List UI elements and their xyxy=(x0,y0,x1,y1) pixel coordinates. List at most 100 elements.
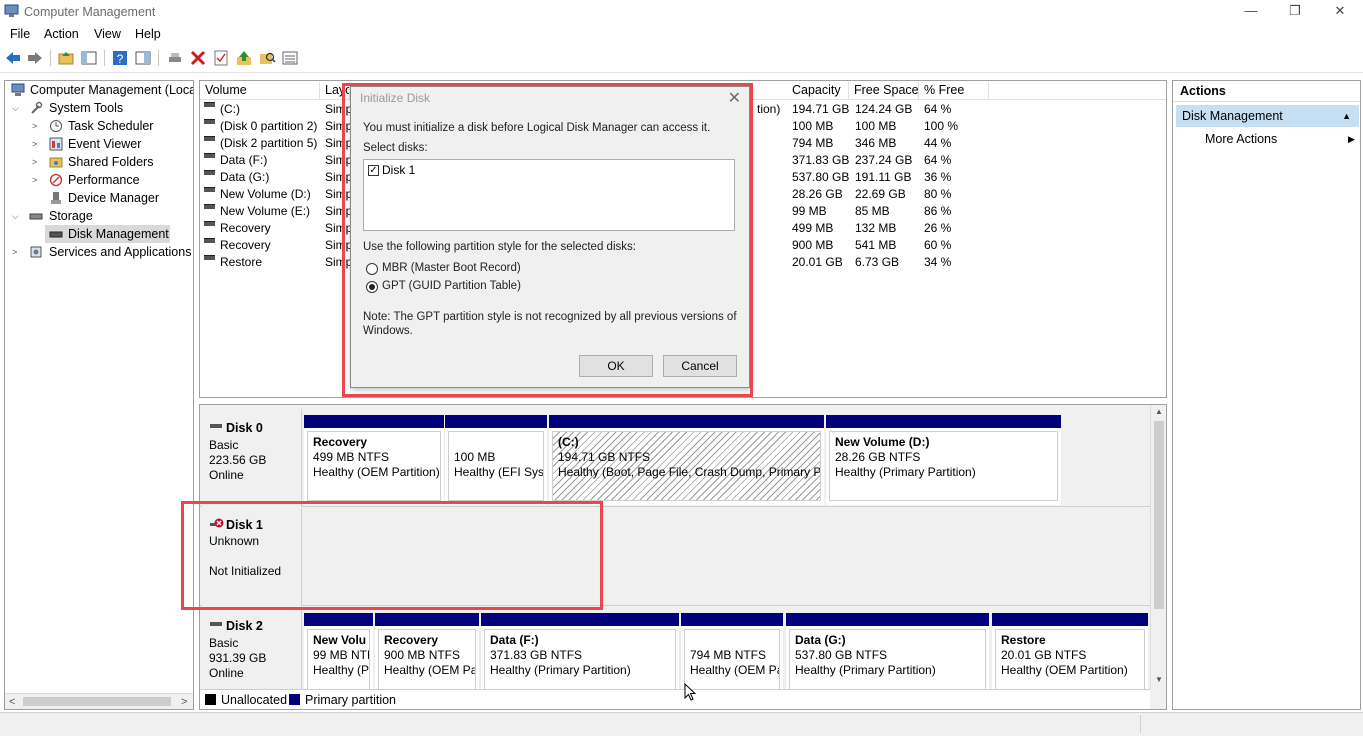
disk-info[interactable]: Disk 0 Basic 223.56 GB Online xyxy=(202,409,302,507)
help-icon[interactable]: ? xyxy=(111,49,129,67)
disk-type: Unknown xyxy=(209,534,260,548)
tree-horizontal-scrollbar[interactable]: < > xyxy=(5,693,193,709)
forward-icon[interactable] xyxy=(26,49,44,67)
disk1-item-label[interactable]: Disk 1 xyxy=(382,163,415,177)
back-icon[interactable] xyxy=(4,49,22,67)
partition-c[interactable]: (C:) 194.71 GB NTFS Healthy (Boot, Page Fi… xyxy=(549,415,824,505)
ok-button[interactable]: OK xyxy=(579,355,653,377)
column-percent-free[interactable]: % Free xyxy=(919,82,989,99)
cell-capacity: 900 MB xyxy=(792,238,834,252)
disk-name: Disk 0 xyxy=(226,421,263,435)
services-icon xyxy=(30,246,42,258)
device-manager-icon xyxy=(51,192,61,204)
search-folder-icon[interactable] xyxy=(258,49,276,67)
partition-recovery[interactable]: Recovery 499 MB NTFS Healthy (OEM Partitio… xyxy=(304,415,444,505)
close-button[interactable]: ✕ xyxy=(1317,0,1363,24)
list-view-icon[interactable] xyxy=(281,49,299,67)
up-arrow-folder-icon[interactable] xyxy=(235,49,253,67)
partition-name: New Volume (D:) xyxy=(835,435,930,449)
partition-bar xyxy=(681,613,783,626)
actions-section-disk-management[interactable]: Disk Management ▲ xyxy=(1176,105,1359,127)
computer-icon xyxy=(11,83,25,96)
volume-icon xyxy=(204,119,215,124)
chevron-right-icon[interactable]: > xyxy=(32,117,37,135)
menu-action[interactable]: Action xyxy=(44,27,79,41)
cell-free-space: 346 MB xyxy=(855,136,897,150)
cell-capacity: 537.80 GB xyxy=(792,170,850,184)
volume-icon xyxy=(204,255,215,260)
disk-row-0[interactable]: Disk 0 Basic 223.56 GB Online Recovery 49… xyxy=(200,409,1150,507)
cancel-button[interactable]: Cancel xyxy=(663,355,737,377)
cell-layout: Simp xyxy=(325,204,353,218)
tree-label: Computer Management (Local xyxy=(30,83,194,97)
actions-header: Actions xyxy=(1173,81,1360,102)
chevron-right-icon[interactable]: > xyxy=(12,243,17,261)
partition-efi[interactable]: 100 MB Healthy (EFI Syst xyxy=(445,415,547,505)
disk-view-vertical-scrollbar[interactable]: ▲ ▼ xyxy=(1150,405,1166,689)
restore-button[interactable]: ❐ xyxy=(1272,0,1318,24)
scroll-up-icon[interactable]: ▲ xyxy=(1155,407,1163,416)
mbr-radio[interactable] xyxy=(366,263,378,275)
disk-select-list[interactable]: ✓ Disk 1 xyxy=(363,159,735,231)
menu-help[interactable]: Help xyxy=(135,27,161,41)
performance-icon xyxy=(49,173,63,187)
cell-volume: Recovery xyxy=(220,221,271,235)
menu-file[interactable]: File xyxy=(10,27,30,41)
check-properties-icon[interactable] xyxy=(212,49,230,67)
cell-capacity: 794 MB xyxy=(792,136,834,150)
column-capacity[interactable]: Capacity xyxy=(787,82,849,99)
delete-icon[interactable] xyxy=(189,49,207,67)
partition-status: Healthy (OEM Partition) xyxy=(313,465,440,479)
volume-icon xyxy=(204,238,215,243)
gpt-radio[interactable] xyxy=(366,281,378,293)
more-actions-link[interactable]: More Actions xyxy=(1205,132,1277,146)
mbr-label[interactable]: MBR (Master Boot Record) xyxy=(382,262,521,274)
disk-row-2[interactable]: Disk 2 Basic 931.39 GB Online New Volu 99… xyxy=(200,607,1150,703)
disk-error-icon xyxy=(210,518,224,528)
dialog-close-icon[interactable]: ✕ xyxy=(728,88,741,108)
chevron-down-icon[interactable]: ⌵ xyxy=(12,207,19,225)
chevron-down-icon[interactable]: ⌵ xyxy=(12,99,19,117)
hidden-column-fragment: tion) xyxy=(757,102,781,116)
minimize-button[interactable]: — xyxy=(1228,0,1274,24)
disk1-checkbox[interactable]: ✓ xyxy=(368,165,379,176)
tree-label: Storage xyxy=(49,209,93,223)
scroll-down-icon[interactable]: ▼ xyxy=(1155,675,1163,684)
chevron-right-icon[interactable]: > xyxy=(32,135,37,153)
cell-layout: Simp xyxy=(325,255,353,269)
cell-layout: Simp xyxy=(325,153,353,167)
menu-view[interactable]: View xyxy=(94,27,121,41)
properties-pane-icon[interactable] xyxy=(134,49,152,67)
disk-info[interactable]: Disk 1 Unknown Not Initialized xyxy=(202,508,302,606)
scroll-right-icon[interactable]: > xyxy=(181,696,187,708)
partition-name: Data (F:) xyxy=(490,633,539,647)
connect-drive-icon[interactable] xyxy=(166,49,184,67)
show-hide-tree-icon[interactable] xyxy=(80,49,98,67)
tree-label: Performance xyxy=(68,173,140,187)
volume-icon xyxy=(204,204,215,209)
status-bar xyxy=(0,712,1363,736)
tree-item-disk-management[interactable]: Disk Management xyxy=(45,225,170,243)
partition-bar xyxy=(304,415,444,428)
partition-d[interactable]: New Volume (D:) 28.26 GB NTFS Healthy (Pri… xyxy=(826,415,1061,505)
gpt-label[interactable]: GPT (GUID Partition Table) xyxy=(382,280,521,292)
column-volume[interactable]: Volume xyxy=(200,82,320,99)
chevron-right-icon[interactable]: > xyxy=(32,153,37,171)
up-folder-icon[interactable] xyxy=(57,49,75,67)
scrollbar-thumb[interactable] xyxy=(23,697,171,706)
disk-row-1[interactable]: Disk 1 Unknown Not Initialized xyxy=(200,508,1150,606)
tools-icon xyxy=(31,101,43,114)
scroll-left-icon[interactable]: < xyxy=(9,696,15,708)
partition-size: 100 MB xyxy=(454,450,496,464)
column-free-space[interactable]: Free Space xyxy=(849,82,919,99)
volume-icon xyxy=(204,221,215,226)
column-layout[interactable]: Layo xyxy=(320,82,350,99)
disk-info[interactable]: Disk 2 Basic 931.39 GB Online xyxy=(202,607,302,689)
partition-name xyxy=(454,435,538,450)
volume-icon xyxy=(204,187,215,192)
partition-bar xyxy=(481,613,679,626)
scrollbar-thumb[interactable] xyxy=(1154,421,1164,609)
collapse-up-icon[interactable]: ▲ xyxy=(1342,105,1351,127)
chevron-right-icon[interactable]: > xyxy=(32,171,37,189)
partition-status: Healthy (Primary Partition) xyxy=(490,663,631,677)
